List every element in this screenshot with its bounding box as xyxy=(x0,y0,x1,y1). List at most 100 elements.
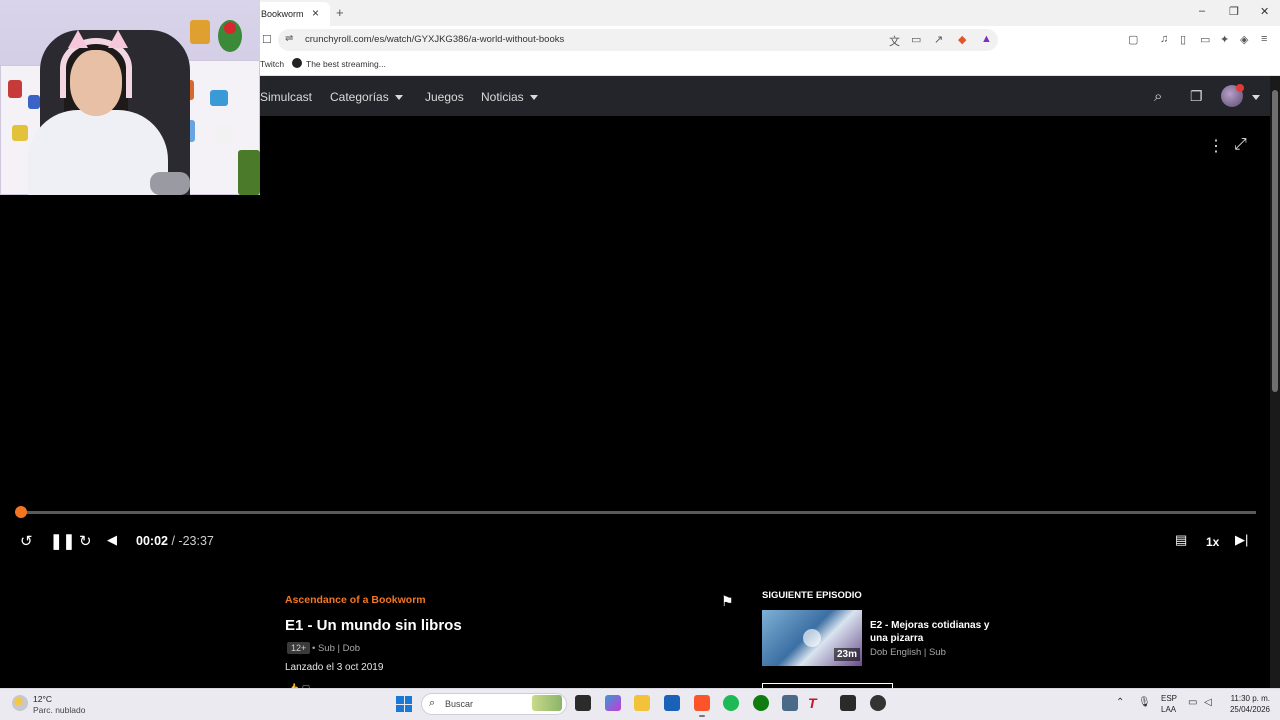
search-icon[interactable]: ⌕ xyxy=(1154,88,1162,105)
rewind-icon[interactable]: ↺ xyxy=(20,532,33,550)
audio-info: • Sub | Dob xyxy=(312,643,361,654)
xbox-icon[interactable] xyxy=(753,695,769,711)
site-info-icon[interactable]: ⇌ xyxy=(285,33,293,44)
obs-icon[interactable] xyxy=(870,695,886,711)
nav-noticias-label: Noticias xyxy=(481,90,524,104)
clock-date[interactable]: 25/04/2026 xyxy=(1223,705,1270,714)
more-options-icon[interactable]: ⋮ xyxy=(1208,136,1224,156)
current-time: 00:02 xyxy=(136,534,168,548)
speaker-icon[interactable]: ◁ xyxy=(1204,697,1212,708)
copilot-icon[interactable] xyxy=(605,695,621,711)
leo-ai-icon[interactable]: ✦ xyxy=(1220,33,1229,46)
progress-bar[interactable] xyxy=(20,511,1256,514)
close-window-button[interactable]: ✕ xyxy=(1260,5,1269,18)
tab-close-icon[interactable]: × xyxy=(312,6,319,20)
sidebar-icon[interactable]: ▯ xyxy=(1180,33,1186,46)
vpn-icon[interactable]: ◈ xyxy=(1240,33,1248,46)
figure xyxy=(28,95,40,109)
time-display: 00:02 / -23:37 xyxy=(136,534,214,548)
start-icon[interactable] xyxy=(396,696,412,712)
bookmark-twitch[interactable]: Twitch xyxy=(260,59,284,69)
bookmark-page-icon[interactable]: ☐ xyxy=(262,33,272,46)
active-app-indicator xyxy=(699,715,705,717)
next-episode-title[interactable]: E2 - Mejoras cotidianas y una pizarra xyxy=(870,619,990,645)
nav-categorias[interactable]: Categorías xyxy=(330,90,403,104)
microphone xyxy=(150,172,190,195)
tray-chevron-icon[interactable]: ⌃ xyxy=(1116,697,1124,708)
share-icon[interactable]: ↗ xyxy=(934,33,943,46)
new-tab-button[interactable]: + xyxy=(336,5,344,20)
next-episode-heading: SIGUIENTE EPISODIO xyxy=(762,590,862,601)
figure xyxy=(8,80,22,98)
clock-time[interactable]: 11:30 p. m. xyxy=(1227,694,1270,703)
temperature[interactable]: 12°C xyxy=(33,694,52,704)
nav-categorias-label: Categorías xyxy=(330,90,389,104)
playback-speed-button[interactable]: 1x xyxy=(1206,535,1219,549)
release-date: Lanzado el 3 oct 2019 xyxy=(285,662,384,673)
weather-icon[interactable] xyxy=(12,695,28,711)
calculator-icon[interactable] xyxy=(782,695,798,711)
minimize-button[interactable]: – xyxy=(1199,5,1205,17)
wallet-icon[interactable]: ▭ xyxy=(1200,33,1210,46)
epic-games-icon[interactable] xyxy=(840,695,856,711)
nav-noticias[interactable]: Noticias xyxy=(481,90,538,104)
play-icon xyxy=(803,629,821,647)
nav-juegos[interactable]: Juegos xyxy=(425,90,464,104)
subtitles-icon[interactable]: ▤ xyxy=(1175,532,1187,548)
figure xyxy=(190,20,210,44)
layout-indicator[interactable]: LAA xyxy=(1161,705,1176,714)
next-episode-icon[interactable]: ▶| xyxy=(1235,532,1248,548)
figure xyxy=(210,90,228,106)
next-episode-audio: Dob English | Sub xyxy=(870,647,946,658)
nav-simulcast[interactable]: Simulcast xyxy=(260,90,312,104)
tab-title: Bookworm xyxy=(261,9,304,19)
translate-icon[interactable]: 文 xyxy=(889,33,900,49)
brave-rewards-icon[interactable]: ▲ xyxy=(981,33,992,45)
next-episode-duration: 23m xyxy=(834,648,861,661)
flower xyxy=(224,22,236,34)
chevron-down-icon xyxy=(394,95,403,101)
figure xyxy=(12,125,28,141)
episode-title: E1 - Un mundo sin libros xyxy=(285,617,462,634)
webcam-overlay xyxy=(0,0,260,195)
search-highlight-icon[interactable] xyxy=(532,695,562,711)
typora-icon[interactable]: T xyxy=(808,695,824,711)
language-indicator[interactable]: ESP xyxy=(1161,694,1177,703)
notification-dot xyxy=(1236,84,1244,92)
figure xyxy=(238,150,260,195)
brave-shield-icon[interactable]: ◆ xyxy=(958,33,966,46)
search-placeholder[interactable]: Buscar xyxy=(445,699,473,709)
task-view-icon[interactable] xyxy=(575,695,591,711)
cast-icon[interactable]: ▭ xyxy=(911,33,921,46)
progress-handle[interactable] xyxy=(15,506,27,518)
series-link[interactable]: Ascendance of a Bookworm xyxy=(285,594,426,606)
chevron-down-icon xyxy=(529,95,538,101)
menu-icon[interactable]: ≡ xyxy=(1261,33,1267,45)
media-icon[interactable]: ♫ xyxy=(1160,33,1168,45)
microphone-icon[interactable]: 🎙 xyxy=(1138,697,1151,708)
scrollbar-thumb[interactable] xyxy=(1272,90,1278,392)
age-rating-badge: 12+ xyxy=(287,642,311,654)
github-icon xyxy=(292,58,302,68)
watchlist-icon[interactable]: ❐ xyxy=(1190,88,1203,105)
maximize-button[interactable]: ❐ xyxy=(1229,5,1239,18)
tab-search-icon[interactable]: ▢ xyxy=(1128,33,1138,46)
url-text[interactable]: crunchyroll.com/es/watch/GYXJKG386/a-wor… xyxy=(305,34,564,45)
forward-icon[interactable]: ↻ xyxy=(79,532,92,550)
time-separator: / xyxy=(167,534,179,548)
cat-ear xyxy=(68,30,88,48)
brave-browser-icon[interactable] xyxy=(694,695,710,711)
volume-icon[interactable]: ◀ xyxy=(107,532,117,548)
account-chevron-icon[interactable] xyxy=(1252,95,1260,100)
spotify-icon[interactable] xyxy=(723,695,739,711)
file-explorer-icon[interactable] xyxy=(634,695,650,711)
figure xyxy=(215,125,231,143)
weather-description[interactable]: Parc. nublado xyxy=(33,705,85,715)
network-icon[interactable]: ▭ xyxy=(1188,697,1197,708)
hoodie xyxy=(28,110,168,195)
bookmark-icon[interactable]: ⚑ xyxy=(721,593,734,610)
bookmark-streaming[interactable]: The best streaming... xyxy=(306,59,386,69)
fullscreen-icon[interactable]: ⤢ xyxy=(1234,136,1247,154)
store-icon[interactable] xyxy=(664,695,680,711)
pause-icon[interactable]: ❚❚ xyxy=(50,532,75,550)
